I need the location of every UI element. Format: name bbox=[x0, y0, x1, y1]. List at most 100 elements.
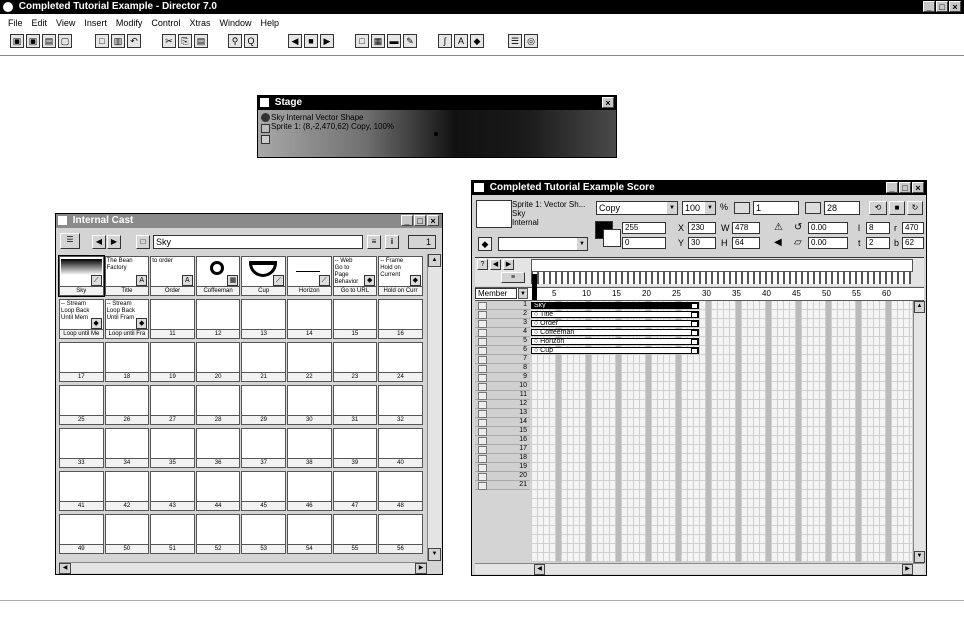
cast-member-48[interactable]: 48 bbox=[378, 471, 423, 511]
cast-member-50[interactable]: 50 bbox=[104, 514, 150, 554]
score-close-button[interactable]: × bbox=[912, 182, 924, 193]
sprite-end-marker[interactable] bbox=[691, 348, 698, 353]
cast-member-17[interactable]: 17 bbox=[59, 342, 104, 382]
cast-member-6[interactable]: ⟋ Horizon bbox=[287, 256, 332, 296]
cast-close-button[interactable]: × bbox=[427, 215, 439, 226]
channel-number[interactable]: 6 bbox=[475, 346, 530, 355]
cast-member-29[interactable]: 29 bbox=[241, 385, 286, 425]
end-frame-field[interactable]: 28 bbox=[824, 201, 860, 215]
cast-member-7[interactable]: -- Web Go to Page Behavior ◆ Go to URL bbox=[332, 256, 378, 296]
message-icon[interactable]: ☰ bbox=[508, 34, 522, 48]
play-icon[interactable]: ▶ bbox=[320, 34, 334, 48]
cast-member-42[interactable]: 42 bbox=[104, 471, 150, 511]
score-title-bar[interactable]: Completed Tutorial Example Score _ □ × bbox=[472, 181, 926, 195]
score-vertical-scrollbar[interactable]: ▲ ▼ bbox=[913, 301, 925, 563]
cut-icon[interactable]: ✂ bbox=[162, 34, 176, 48]
rewind-icon[interactable]: ◀ bbox=[288, 34, 302, 48]
cast-member-11[interactable]: 11 bbox=[150, 299, 195, 339]
channel-toggle-button[interactable]: ? bbox=[477, 259, 488, 270]
cast-member-9[interactable]: -- Stream Loop Back Until Mem ◆ Loop until… bbox=[59, 299, 104, 339]
behavior-select-arrow-icon[interactable]: ▼ bbox=[577, 238, 587, 250]
cast-member-32[interactable]: 32 bbox=[378, 385, 423, 425]
stage-sprite-dot[interactable] bbox=[434, 132, 438, 136]
r-field[interactable]: 470 bbox=[902, 222, 924, 234]
sprite-end-marker[interactable] bbox=[691, 330, 698, 335]
cast-member-name-field[interactable]: Sky bbox=[153, 235, 363, 249]
cast-member-46[interactable]: 46 bbox=[287, 471, 332, 511]
cast-member-40[interactable]: 40 bbox=[378, 428, 423, 468]
channel-number[interactable]: 5 bbox=[475, 337, 530, 346]
channel-number[interactable]: 11 bbox=[475, 391, 530, 400]
channel-number[interactable]: 21 bbox=[475, 481, 530, 490]
channel-number[interactable]: 12 bbox=[475, 400, 530, 409]
channel-number[interactable]: 14 bbox=[475, 418, 530, 427]
score-scroll-up-icon[interactable]: ▲ bbox=[914, 301, 925, 313]
start-frame-field[interactable]: 1 bbox=[753, 201, 799, 215]
cast-member-30[interactable]: 30 bbox=[287, 385, 332, 425]
cast-prev-button[interactable]: ◀ bbox=[92, 235, 106, 249]
channel-number[interactable]: 13 bbox=[475, 409, 530, 418]
channel-number[interactable]: 4 bbox=[475, 328, 530, 337]
sprite-span-title[interactable]: ○ Title bbox=[531, 311, 699, 318]
frame-ruler[interactable]: Member ▼ 5 10 15 20 25 30 35 40 45 50 55 60 bbox=[475, 274, 924, 301]
editable-toggle[interactable]: ⟲ bbox=[869, 201, 887, 215]
behavior-select[interactable] bbox=[498, 237, 588, 251]
maximize-button[interactable]: □ bbox=[936, 1, 948, 12]
cast-next-button[interactable]: ▶ bbox=[107, 235, 121, 249]
cast-info-button[interactable]: i bbox=[385, 235, 399, 249]
new-cast-icon[interactable]: ▣ bbox=[26, 34, 40, 48]
score-window-icon[interactable]: ▬ bbox=[387, 34, 401, 48]
menu-modify[interactable]: Modify bbox=[116, 18, 143, 28]
score-scroll-left-icon[interactable]: ◀ bbox=[534, 564, 545, 575]
cast-member-5[interactable]: ⟋ Cup bbox=[241, 256, 286, 296]
cast-vertical-scrollbar[interactable]: ▲ ▼ bbox=[427, 254, 441, 561]
score-minimize-button[interactable]: _ bbox=[886, 182, 898, 193]
playhead[interactable] bbox=[532, 274, 537, 300]
blend-arrow-icon[interactable]: ▼ bbox=[705, 202, 715, 214]
h-field[interactable]: 64 bbox=[732, 237, 760, 249]
cast-member-47[interactable]: 47 bbox=[332, 471, 378, 511]
paste-icon[interactable]: ▤ bbox=[194, 34, 208, 48]
cast-member-18[interactable]: 18 bbox=[104, 342, 150, 382]
sprite-end-marker[interactable] bbox=[691, 339, 698, 344]
library-icon[interactable]: ◎ bbox=[524, 34, 538, 48]
text-icon[interactable]: ∫ bbox=[438, 34, 452, 48]
behavior-icon[interactable]: ◆ bbox=[478, 237, 492, 251]
save-all-icon[interactable]: ▥ bbox=[111, 34, 125, 48]
cast-member-26[interactable]: 26 bbox=[104, 385, 150, 425]
cast-member-34[interactable]: 34 bbox=[104, 428, 150, 468]
inspector-icon[interactable]: ◆ bbox=[470, 34, 484, 48]
cast-member-27[interactable]: 27 bbox=[150, 385, 195, 425]
display-mode-arrow-icon[interactable]: ▼ bbox=[518, 288, 528, 299]
cast-member-8[interactable]: -- Frame Hold on Current ◆ Hold on Curr bbox=[378, 256, 423, 296]
cast-member-36[interactable]: 36 bbox=[195, 428, 241, 468]
cast-maximize-button[interactable]: □ bbox=[414, 215, 426, 226]
import-icon[interactable]: □ bbox=[95, 34, 109, 48]
channel-number[interactable]: 20 bbox=[475, 472, 530, 481]
cast-member-49[interactable]: 49 bbox=[59, 514, 104, 554]
channel-number[interactable]: 7 bbox=[475, 355, 530, 364]
channel-number[interactable]: 10 bbox=[475, 382, 530, 391]
cast-member-4[interactable]: ▦ Coffeeman bbox=[195, 256, 241, 296]
cast-member-38[interactable]: 38 bbox=[287, 428, 332, 468]
cast-member-2[interactable]: The Bean Factory A Title bbox=[104, 256, 150, 296]
l-field[interactable]: 8 bbox=[866, 222, 890, 234]
menu-edit[interactable]: Edit bbox=[32, 18, 48, 28]
marker-channel[interactable] bbox=[531, 259, 913, 272]
score-scroll-down-icon[interactable]: ▼ bbox=[914, 551, 925, 563]
score-maximize-button[interactable]: □ bbox=[899, 182, 911, 193]
cast-member-24[interactable]: 24 bbox=[378, 342, 423, 382]
cast-member-54[interactable]: 54 bbox=[287, 514, 332, 554]
paint-icon[interactable]: ✎ bbox=[403, 34, 417, 48]
cast-member-28[interactable]: 28 bbox=[195, 385, 241, 425]
find-replace-icon[interactable]: Q bbox=[244, 34, 258, 48]
skew-field[interactable]: 0.00 bbox=[808, 237, 848, 249]
trails-toggle[interactable]: ↻ bbox=[907, 201, 923, 215]
menu-xtras[interactable]: Xtras bbox=[189, 18, 210, 28]
cast-member-13[interactable]: 13 bbox=[241, 299, 286, 339]
flip-horizontal-icon[interactable]: ◀ bbox=[774, 237, 788, 249]
stop-icon[interactable]: ■ bbox=[304, 34, 318, 48]
cast-member-22[interactable]: 22 bbox=[287, 342, 332, 382]
cast-member-12[interactable]: 12 bbox=[195, 299, 241, 339]
cast-member-25[interactable]: 25 bbox=[59, 385, 104, 425]
